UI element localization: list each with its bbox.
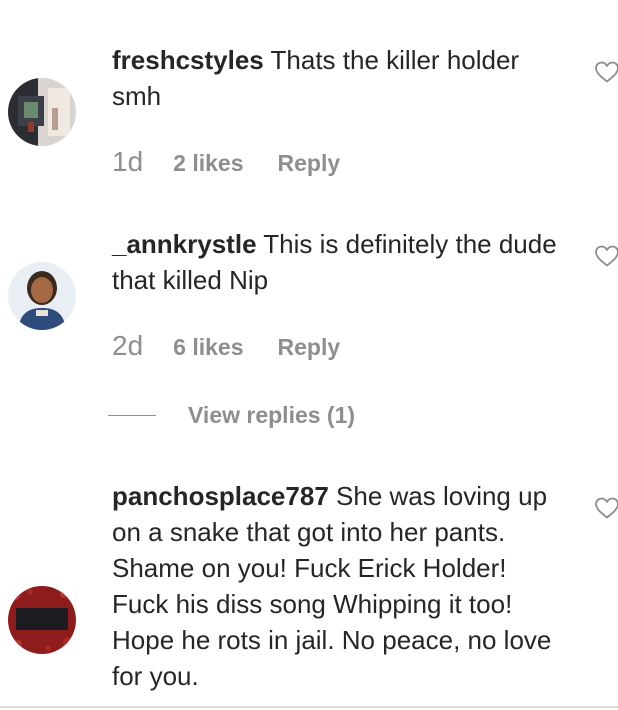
comment-meta: 1d 2 likes Reply	[112, 146, 340, 180]
reply-button[interactable]: Reply	[278, 150, 341, 177]
username[interactable]: _annkrystle	[112, 229, 257, 259]
comment-body: She was loving up on a snake that got in…	[112, 481, 552, 691]
heart-outline-icon[interactable]	[594, 60, 618, 84]
heart-outline-icon[interactable]	[594, 244, 618, 268]
comment-text: panchosplace787 She was loving up on a s…	[112, 478, 564, 694]
comment-age: 1d	[112, 146, 144, 177]
reply-button[interactable]: Reply	[278, 334, 341, 361]
comment-text: freshcstyles Thats the killer holder smh	[112, 42, 564, 114]
likes-count[interactable]: 2 likes	[173, 150, 243, 177]
divider	[0, 706, 618, 708]
view-replies-divider	[108, 414, 156, 416]
view-replies-button[interactable]: View replies (1)	[188, 402, 355, 429]
comment-text: _annkrystle This is definitely the dude …	[112, 226, 564, 298]
heart-outline-icon[interactable]	[594, 496, 618, 520]
likes-count[interactable]: 6 likes	[173, 334, 243, 361]
username[interactable]: freshcstyles	[112, 45, 264, 75]
comment-age: 2d	[112, 330, 144, 361]
view-replies[interactable]: View replies (1)	[108, 400, 355, 430]
username[interactable]: panchosplace787	[112, 481, 329, 511]
avatar[interactable]	[8, 78, 76, 146]
avatar[interactable]	[8, 262, 76, 330]
avatar[interactable]	[8, 586, 76, 654]
comment-meta: 2d 6 likes Reply	[112, 330, 340, 364]
